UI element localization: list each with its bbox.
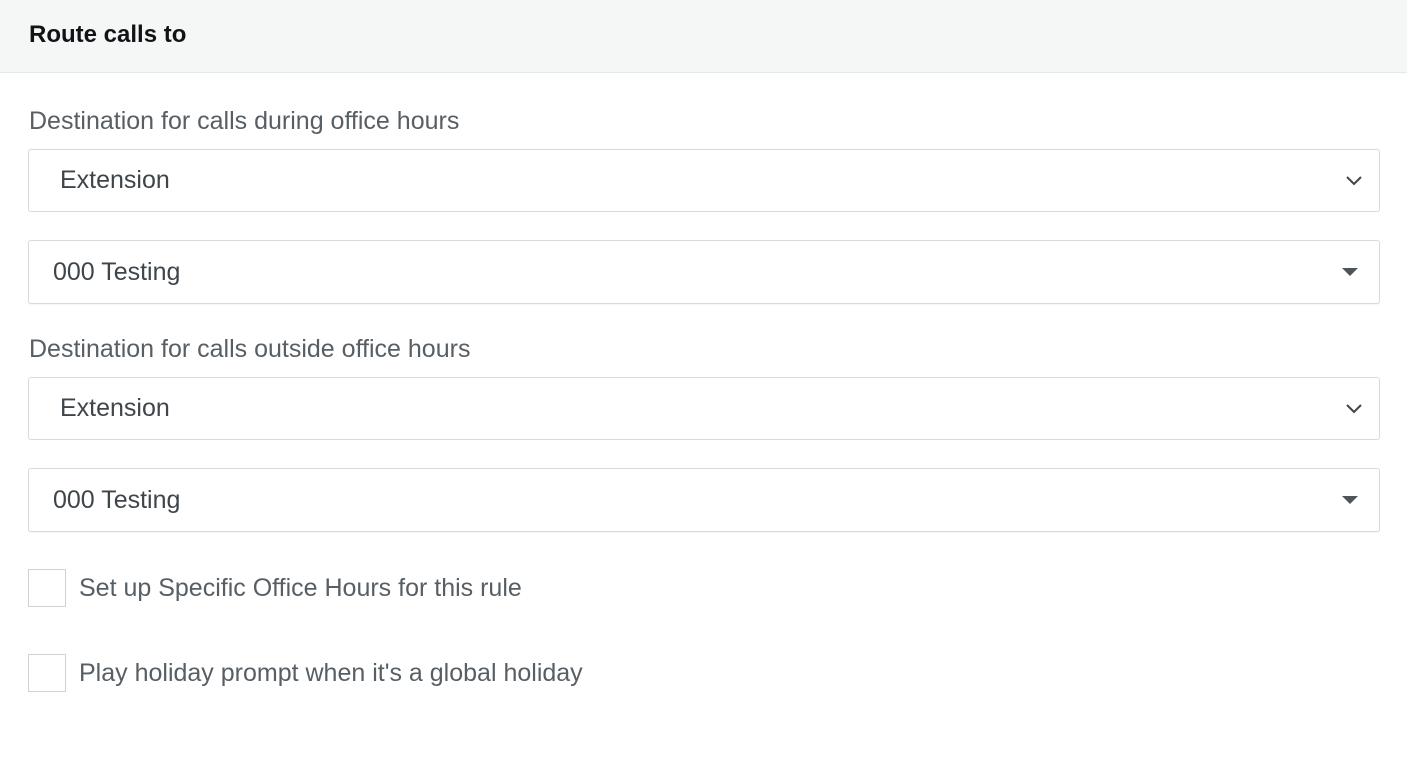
holiday-prompt-label: Play holiday prompt when it's a global h… — [79, 659, 583, 687]
office-hours-destination-type-select[interactable]: Extension — [28, 149, 1380, 212]
outside-hours-destination-target-value: 000 Testing — [53, 485, 181, 514]
specific-office-hours-option[interactable]: Set up Specific Office Hours for this ru… — [28, 569, 522, 607]
holiday-prompt-option[interactable]: Play holiday prompt when it's a global h… — [28, 654, 583, 692]
specific-office-hours-label: Set up Specific Office Hours for this ru… — [79, 574, 522, 602]
outside-hours-destination-type-value: Extension — [60, 394, 170, 422]
section-header: Route calls to — [0, 0, 1407, 73]
office-hours-destination-target-select[interactable]: 000 Testing — [28, 240, 1380, 304]
caret-down-icon — [1342, 496, 1358, 504]
outside-hours-destination-type-select[interactable]: Extension — [28, 377, 1380, 440]
section-title: Route calls to — [29, 21, 187, 48]
office-hours-destination-type-value: Extension — [60, 166, 170, 194]
specific-office-hours-checkbox[interactable] — [28, 569, 66, 607]
office-hours-destination-target-value: 000 Testing — [53, 257, 181, 286]
holiday-prompt-checkbox[interactable] — [28, 654, 66, 692]
chevron-down-icon — [1346, 404, 1362, 414]
outside-hours-destination-target-select[interactable]: 000 Testing — [28, 468, 1380, 532]
office-hours-destination-label: Destination for calls during office hour… — [29, 107, 460, 135]
outside-hours-destination-label: Destination for calls outside office hou… — [29, 335, 471, 363]
chevron-down-icon — [1346, 176, 1362, 186]
caret-down-icon — [1342, 268, 1358, 276]
